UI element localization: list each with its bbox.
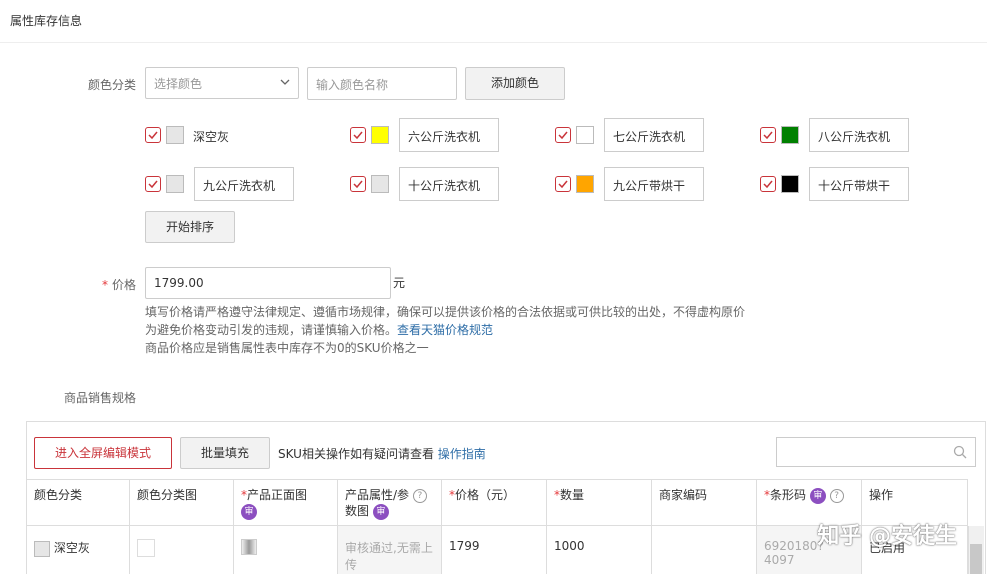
color-checkbox[interactable] bbox=[760, 176, 776, 192]
color-select[interactable]: 选择颜色 bbox=[145, 67, 299, 99]
color-swatch bbox=[34, 540, 50, 557]
header-barcode-text: 条形码 bbox=[770, 488, 807, 502]
checkmark-icon bbox=[558, 131, 568, 140]
price-unit: 元 bbox=[393, 276, 406, 290]
color-name-field[interactable]: 六公斤洗衣机 bbox=[399, 118, 499, 152]
header-front-image: *产品正面图 审 bbox=[234, 479, 338, 525]
checkmark-icon bbox=[353, 131, 363, 140]
color-swatch[interactable] bbox=[781, 175, 799, 193]
color-swatch[interactable] bbox=[166, 175, 184, 193]
color-checkbox[interactable] bbox=[555, 127, 571, 143]
header-price: *价格（元） bbox=[442, 479, 547, 525]
color-name-field[interactable]: 九公斤洗衣机 bbox=[194, 167, 294, 201]
color-swatch[interactable] bbox=[371, 126, 389, 144]
add-color-button[interactable]: 添加颜色 bbox=[465, 67, 565, 100]
color-swatch[interactable] bbox=[781, 126, 799, 144]
row-price[interactable]: 1799 bbox=[442, 526, 547, 574]
checkmark-icon bbox=[558, 180, 568, 189]
color-name-field[interactable]: 九公斤带烘干 bbox=[604, 167, 704, 201]
color-select-placeholder: 选择颜色 bbox=[154, 77, 203, 91]
row-attr-image-text-a: 审核通过,无需上 bbox=[345, 541, 433, 555]
color-checkbox[interactable] bbox=[350, 176, 366, 192]
header-merchant-code: 商家编码 bbox=[652, 479, 757, 525]
color-swatch[interactable] bbox=[576, 126, 594, 144]
sku-section-label: 商品销售规格 bbox=[64, 391, 137, 405]
price-help-line3: 商品价格应是销售属性表中库存不为0的SKU价格之一 bbox=[145, 341, 429, 355]
row-quantity[interactable]: 1000 bbox=[547, 526, 652, 574]
review-badge-icon: 审 bbox=[809, 487, 826, 504]
row-color-name: 深空灰 bbox=[53, 541, 90, 555]
color-checkbox[interactable] bbox=[145, 127, 161, 143]
header-attr-image-text-a: 产品属性/参 bbox=[345, 488, 410, 502]
price-input[interactable]: 1799.00 bbox=[145, 267, 391, 299]
checkmark-icon bbox=[148, 131, 158, 140]
price-help-line1: 填写价格请严格遵守法律规定、遵循市场规律，确保可以提供该价格的合法依据或可供比较… bbox=[145, 305, 746, 319]
product-thumbnail[interactable] bbox=[241, 539, 257, 555]
help-icon[interactable]: ? bbox=[829, 488, 844, 503]
color-swatch[interactable] bbox=[166, 126, 184, 144]
color-checkbox[interactable] bbox=[760, 127, 776, 143]
sku-hint-text: SKU相关操作如有疑问请查看 bbox=[278, 447, 434, 461]
color-checkbox[interactable] bbox=[145, 176, 161, 192]
row-attr-image: 审核通过,无需上 传 bbox=[338, 526, 442, 574]
start-sort-button[interactable]: 开始排序 bbox=[145, 211, 235, 243]
header-color-image: 颜色分类图 bbox=[130, 479, 234, 525]
row-attr-image-text-b: 传 bbox=[345, 558, 358, 572]
color-checkbox[interactable] bbox=[350, 127, 366, 143]
checkmark-icon bbox=[763, 131, 773, 140]
image-upload-slot[interactable] bbox=[137, 539, 155, 557]
header-quantity: *数量 bbox=[547, 479, 652, 525]
operation-guide-link[interactable]: 操作指南 bbox=[438, 447, 486, 461]
row-color-image bbox=[130, 526, 234, 574]
color-swatch[interactable] bbox=[576, 175, 594, 193]
header-front-image-text: 产品正面图 bbox=[247, 488, 308, 502]
color-name-input[interactable]: 输入颜色名称 bbox=[307, 67, 457, 100]
price-help-line2: 为避免价格变动引发的违规，请谨慎输入价格。查看天猫价格规范 bbox=[145, 321, 493, 339]
watermark: 知乎 @安徒生 bbox=[817, 524, 957, 549]
help-icon[interactable]: ? bbox=[412, 488, 427, 503]
scrollbar-thumb[interactable] bbox=[970, 544, 982, 574]
header-color-category: 颜色分类 bbox=[26, 479, 130, 525]
color-checkbox[interactable] bbox=[555, 176, 571, 192]
chevron-down-icon bbox=[280, 79, 290, 85]
color-name-field[interactable]: 八公斤洗衣机 bbox=[809, 118, 909, 152]
required-mark: * bbox=[102, 278, 108, 292]
divider bbox=[0, 42, 987, 43]
sku-search-input[interactable] bbox=[776, 437, 976, 467]
section-title: 属性库存信息 bbox=[10, 14, 83, 28]
price-rules-link[interactable]: 查看天猫价格规范 bbox=[397, 323, 493, 337]
header-price-text: 价格（元） bbox=[455, 488, 516, 502]
color-swatch[interactable] bbox=[371, 175, 389, 193]
color-name-field[interactable]: 十公斤洗衣机 bbox=[399, 167, 499, 201]
sku-hint: SKU相关操作如有疑问请查看 操作指南 bbox=[278, 445, 486, 462]
price-help-text2: 为避免价格变动引发的违规，请谨慎输入价格。 bbox=[145, 323, 398, 337]
color-category-label: 颜色分类 bbox=[88, 78, 137, 92]
review-badge-icon: 审 bbox=[241, 503, 257, 520]
checkmark-icon bbox=[353, 180, 363, 189]
color-name-field[interactable]: 七公斤洗衣机 bbox=[604, 118, 704, 152]
header-quantity-text: 数量 bbox=[560, 488, 585, 502]
color-name-field[interactable]: 深空灰 bbox=[193, 128, 229, 145]
header-attr-image: 产品属性/参 ? 数图 审 bbox=[338, 479, 442, 525]
checkmark-icon bbox=[763, 180, 773, 189]
row-color-category: 深空灰 bbox=[26, 526, 130, 574]
search-icon bbox=[953, 445, 967, 459]
batch-fill-button[interactable]: 批量填充 bbox=[180, 437, 270, 469]
review-badge-icon: 审 bbox=[372, 503, 389, 520]
checkmark-icon bbox=[148, 180, 158, 189]
fullscreen-edit-button[interactable]: 进入全屏编辑模式 bbox=[34, 437, 172, 469]
price-label: * 价格 bbox=[102, 276, 136, 293]
color-name-placeholder: 输入颜色名称 bbox=[316, 78, 389, 92]
price-label-text: 价格 bbox=[112, 278, 137, 292]
header-attr-image-text-b: 数图 bbox=[345, 504, 370, 518]
row-front-image bbox=[234, 526, 338, 574]
row-merchant-code[interactable] bbox=[652, 526, 757, 574]
color-name-field[interactable]: 十公斤带烘干 bbox=[809, 167, 909, 201]
